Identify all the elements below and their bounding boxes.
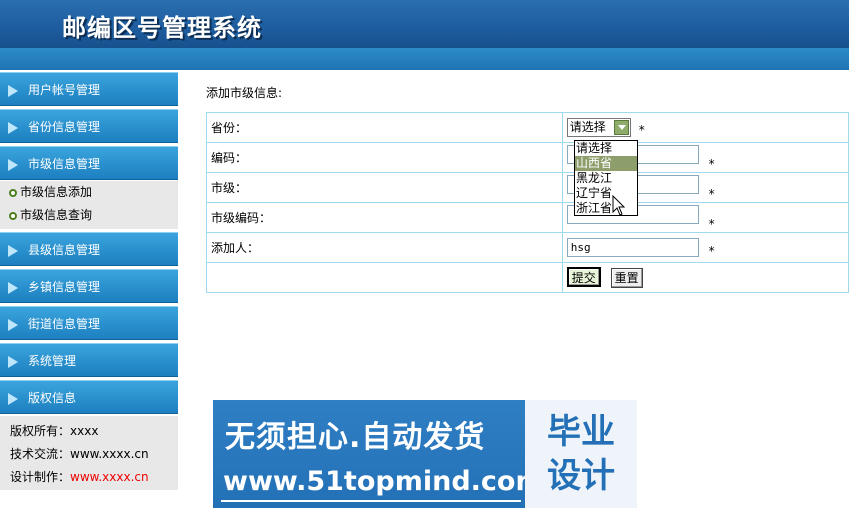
arrow-right-icon [8, 245, 18, 257]
option-item-highlighted[interactable]: 山西省 [575, 156, 637, 171]
arrow-right-icon [8, 85, 18, 97]
option-item[interactable]: 黑龙江 [575, 171, 637, 186]
required-mark: * [638, 122, 645, 137]
arrow-right-icon [8, 356, 18, 368]
form-row-city: 市级： * [206, 172, 849, 203]
banner-tag: 毕业 设计 [525, 400, 637, 508]
form-row-code: 编码： * [206, 142, 849, 173]
app-title: 邮编区号管理系统 [62, 13, 262, 42]
app-header: 邮编区号管理系统 [0, 0, 849, 48]
option-item[interactable]: 请选择 [575, 141, 637, 156]
submit-button[interactable]: 提交 [566, 267, 601, 287]
form-row-city-code: 市级编码： * [206, 202, 849, 233]
arrow-right-icon [8, 159, 18, 171]
submenu-item-city-add[interactable]: 市级信息添加 [0, 181, 178, 204]
submenu-item-city-query[interactable]: 市级信息查询 [0, 204, 178, 227]
sidebar-item-township[interactable]: 乡镇信息管理 [0, 269, 178, 303]
sidebar-item-city[interactable]: 市级信息管理 [0, 146, 178, 180]
sidebar-item-label: 市级信息管理 [28, 157, 101, 171]
page-title: 添加市级信息: [206, 86, 283, 100]
city-code-label: 市级编码： [206, 202, 563, 233]
copyright-owner: 版权所有：xxxx [10, 424, 99, 438]
city-label: 市级： [206, 172, 563, 203]
adder-label: 添加人： [206, 232, 563, 263]
submenu-item-label: 市级信息查询 [20, 208, 93, 222]
arrow-right-icon [8, 319, 18, 331]
required-mark: * [708, 216, 715, 231]
copyright-panel: 版权所有：xxxx 技术交流：www.xxxx.cn 设计制作：www.xxxx… [0, 416, 178, 490]
bullet-icon [9, 212, 17, 220]
sidebar-item-county[interactable]: 县级信息管理 [0, 232, 178, 266]
form-row-actions: 提交 重置 [206, 262, 849, 293]
province-select[interactable]: 请选择 [566, 118, 631, 137]
arrow-right-icon [8, 393, 18, 405]
sidebar-item-label: 乡镇信息管理 [28, 280, 101, 294]
promo-banner: 无须担心.自动发货 www.51topmind.com 毕业 设计 [213, 400, 637, 508]
province-options-list[interactable]: 请选择 山西省 黑龙江 辽宁省 浙江省 [574, 140, 638, 216]
sidebar-item-label: 县级信息管理 [28, 243, 101, 257]
reset-button[interactable]: 重置 [610, 268, 643, 288]
adder-input[interactable]: hsg [566, 237, 699, 257]
required-mark: * [708, 186, 715, 201]
arrow-right-icon [8, 122, 18, 134]
copyright-tech: 技术交流：www.xxxx.cn [10, 447, 149, 461]
option-item[interactable]: 浙江省 [575, 201, 637, 216]
sidebar-item-label: 省份信息管理 [28, 120, 101, 134]
design-link[interactable]: www.xxxx.cn [70, 470, 149, 484]
city-form: 省份： 请选择 * 编码： * 市级： * 市级编码： * 添加人： hsg *… [206, 112, 849, 293]
submenu-item-label: 市级信息添加 [20, 185, 93, 199]
code-label: 编码： [206, 142, 563, 173]
sidebar-item-system[interactable]: 系统管理 [0, 343, 178, 377]
sidebar-item-street[interactable]: 街道信息管理 [0, 306, 178, 340]
sidebar-item-copyright[interactable]: 版权信息 [0, 380, 178, 414]
option-item[interactable]: 辽宁省 [575, 186, 637, 201]
copyright-design: 设计制作：www.xxxx.cn [10, 470, 149, 484]
sidebar-item-user-accounts[interactable]: 用户帐号管理 [0, 72, 178, 106]
banner-slogan: 无须担心.自动发货 [225, 420, 486, 455]
required-mark: * [708, 243, 715, 258]
sidebar-item-province[interactable]: 省份信息管理 [0, 109, 178, 143]
banner-url: www.51topmind.com [223, 466, 544, 497]
sidebar-item-label: 街道信息管理 [28, 317, 101, 331]
banner-underline [221, 500, 521, 502]
city-submenu: 市级信息添加 市级信息查询 [0, 181, 178, 229]
sidebar-item-label: 版权信息 [28, 391, 77, 405]
top-bar [0, 48, 849, 70]
sidebar-item-label: 系统管理 [28, 354, 77, 368]
sidebar-item-label: 用户帐号管理 [28, 83, 101, 97]
mouse-pointer-icon [612, 195, 626, 216]
form-row-adder: 添加人： hsg * [206, 232, 849, 263]
sidebar: 用户帐号管理 省份信息管理 市级信息管理 市级信息添加 市级信息查询 县级信息管… [0, 70, 178, 490]
chevron-down-icon[interactable] [613, 120, 629, 135]
required-mark: * [708, 156, 715, 171]
province-label: 省份： [206, 112, 563, 143]
form-row-province: 省份： 请选择 * [206, 112, 849, 143]
bullet-icon [9, 189, 17, 197]
arrow-right-icon [8, 282, 18, 294]
